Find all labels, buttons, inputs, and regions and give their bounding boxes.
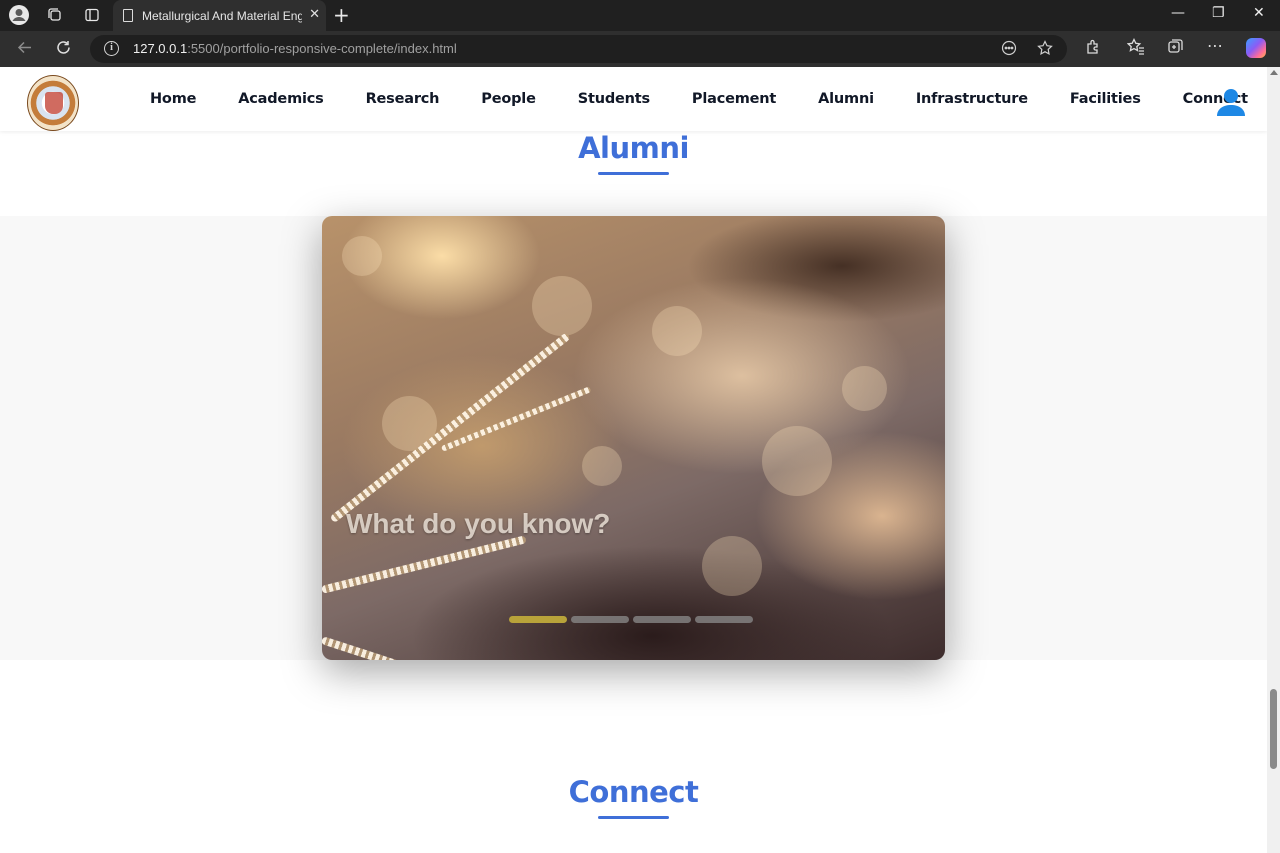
nav-placement[interactable]: Placement — [692, 91, 776, 107]
favorites-icon[interactable] — [1126, 37, 1145, 59]
bokeh-light — [842, 366, 887, 411]
tab-title: Metallurgical And Material Engine — [142, 8, 302, 23]
workspaces-icon[interactable] — [43, 4, 67, 26]
reload-icon[interactable] — [55, 39, 72, 61]
window-close-button[interactable]: ✕ — [1253, 5, 1265, 21]
nav-infrastructure[interactable]: Infrastructure — [916, 91, 1028, 107]
carousel-caption: What do you know? — [346, 508, 611, 539]
restore-button[interactable]: ❐ — [1212, 5, 1225, 21]
frost-branch — [322, 535, 527, 594]
site-info-icon[interactable]: i — [104, 41, 119, 56]
carousel-indicator-1[interactable] — [509, 616, 567, 623]
scrollbar-thumb[interactable] — [1270, 689, 1277, 769]
new-tab-button[interactable]: + — [333, 3, 350, 27]
alumni-carousel[interactable]: What do you know? — [322, 216, 945, 660]
carousel-indicator-4[interactable] — [695, 616, 753, 623]
connect-section-title: Connect — [568, 775, 699, 809]
nav-home[interactable]: Home — [150, 91, 196, 107]
url-text: 127.0.0.1:5500/portfolio-responsive-comp… — [133, 41, 457, 56]
carousel-indicator-2[interactable] — [571, 616, 629, 623]
site-header: Home Academics Research People Students … — [0, 67, 1267, 131]
tab-actions-icon[interactable] — [80, 4, 104, 26]
main-nav: Home Academics Research People Students … — [150, 67, 1267, 131]
frost-branch — [329, 332, 571, 524]
more-menu-icon[interactable]: ⋯ — [1207, 36, 1223, 55]
profile-icon[interactable] — [7, 4, 31, 26]
bokeh-light — [652, 306, 702, 356]
nav-research[interactable]: Research — [366, 91, 440, 107]
collections-icon[interactable] — [1167, 38, 1184, 59]
minimize-button[interactable]: — — [1171, 5, 1185, 21]
bokeh-light — [582, 446, 622, 486]
favorite-star-icon[interactable] — [1037, 40, 1053, 60]
nav-facilities[interactable]: Facilities — [1070, 91, 1141, 107]
bokeh-light — [762, 426, 832, 496]
carousel-indicators — [509, 616, 753, 623]
page-icon — [123, 9, 133, 22]
back-arrow-icon[interactable] — [16, 39, 33, 61]
bokeh-light — [702, 536, 762, 596]
institute-logo[interactable] — [27, 75, 79, 131]
carousel-indicator-3[interactable] — [633, 616, 691, 623]
reader-mode-icon[interactable] — [1001, 40, 1017, 60]
frost-branch — [322, 636, 457, 660]
page-scrollbar[interactable] — [1267, 67, 1280, 853]
browser-tab-bar: Metallurgical And Material Engine ✕ + — … — [0, 0, 1280, 31]
copilot-icon[interactable] — [1246, 38, 1266, 58]
nav-people[interactable]: People — [481, 91, 536, 107]
bokeh-light — [532, 276, 592, 336]
nav-academics[interactable]: Academics — [238, 91, 324, 107]
alumni-section-title: Alumni — [578, 131, 689, 165]
browser-tab-active[interactable]: Metallurgical And Material Engine ✕ — [113, 0, 326, 31]
address-bar[interactable]: i 127.0.0.1:5500/portfolio-responsive-co… — [90, 35, 1067, 63]
browser-toolbar: i 127.0.0.1:5500/portfolio-responsive-co… — [0, 31, 1280, 67]
user-icon[interactable] — [1216, 87, 1246, 117]
nav-students[interactable]: Students — [578, 91, 650, 107]
bokeh-light — [342, 236, 382, 276]
extensions-icon[interactable] — [1085, 38, 1102, 59]
scroll-up-arrow-icon[interactable] — [1270, 70, 1278, 75]
page-viewport: Home Academics Research People Students … — [0, 67, 1267, 853]
nav-alumni[interactable]: Alumni — [818, 91, 874, 107]
alumni-title-underline — [598, 172, 669, 175]
tab-close-icon[interactable]: ✕ — [309, 7, 320, 22]
connect-title-underline — [598, 816, 669, 819]
